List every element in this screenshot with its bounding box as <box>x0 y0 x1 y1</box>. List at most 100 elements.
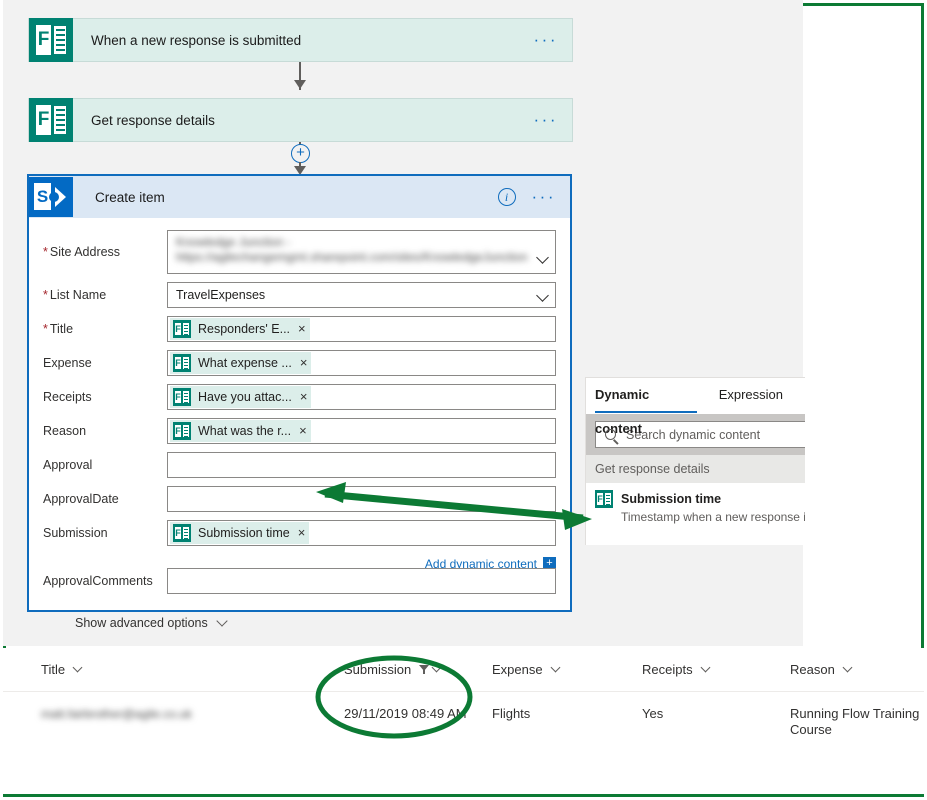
sharepoint-icon: S <box>29 177 73 217</box>
site-address-value-redacted: Knowledge Junction - https://agilechange… <box>176 235 528 264</box>
remove-token-icon[interactable]: × <box>300 356 308 369</box>
chevron-down-icon <box>216 615 228 627</box>
field-row-approval: Approval <box>29 452 570 478</box>
field-label-receipts: Receipts <box>43 390 92 404</box>
column-header-title[interactable]: Title <box>41 662 344 677</box>
chevron-down-icon[interactable] <box>536 288 549 302</box>
field-label-submission: Submission <box>43 526 108 540</box>
field-row-site-address: * Site Address Knowledge Junction - https… <box>29 230 570 274</box>
expense-input[interactable]: F What expense ... × <box>167 350 556 376</box>
token-label: What expense ... <box>198 356 292 370</box>
cell-title-redacted: matt.fairbrother@agile.co.uk <box>41 707 192 721</box>
field-label-expense: Expense <box>43 356 92 370</box>
info-icon[interactable]: i <box>497 188 516 206</box>
field-label-approval-date: ApprovalDate <box>43 492 119 506</box>
site-address-dropdown[interactable]: Knowledge Junction - https://agilechange… <box>167 230 556 274</box>
dynamic-token-chip[interactable]: F What was the r... × <box>170 420 311 442</box>
remove-token-icon[interactable]: × <box>300 390 308 403</box>
show-advanced-options-button[interactable]: Show advanced options <box>75 615 228 630</box>
dynamic-item-name: Submission time <box>621 492 722 506</box>
dynamic-content-panel: Dynamic content Expression Search dynami… <box>585 377 805 545</box>
create-item-header[interactable]: S Create item i ··· <box>29 176 570 218</box>
field-label-list-name: * List Name <box>43 288 107 302</box>
dynamic-token-chip[interactable]: F Submission time × <box>170 522 310 544</box>
table-row[interactable]: matt.fairbrother@agile.co.uk 29/11/2019 … <box>3 692 924 738</box>
microsoft-forms-icon: F <box>173 320 191 338</box>
dynamic-token-chip[interactable]: F What expense ... × <box>170 352 312 374</box>
approval-date-input[interactable] <box>167 486 556 512</box>
receipts-input[interactable]: F Have you attac... × <box>167 384 556 410</box>
create-item-menu-icon[interactable]: ··· <box>532 188 556 205</box>
dynamic-token-chip[interactable]: F Have you attac... × <box>170 386 312 408</box>
cell-submission: 29/11/2019 08:49 AM <box>344 706 467 721</box>
approval-input[interactable] <box>167 452 556 478</box>
field-label-title: * Title <box>43 322 74 336</box>
chevron-down-icon[interactable] <box>842 662 853 673</box>
microsoft-forms-icon: F <box>595 490 613 508</box>
create-item-body: * Site Address Knowledge Junction - https… <box>29 218 570 630</box>
cell-reason: Running Flow Training Course <box>790 706 920 737</box>
remove-token-icon[interactable]: × <box>298 322 306 335</box>
field-row-submission: Submission F Submission time × <box>29 520 570 546</box>
search-placeholder: Search dynamic content <box>626 427 761 442</box>
field-row-expense: Expense F What expense ... × <box>29 350 570 376</box>
field-label-site-address: * Site Address <box>43 245 121 259</box>
list-name-dropdown[interactable]: TravelExpenses <box>167 282 556 308</box>
token-label: Responders' E... <box>198 322 291 336</box>
microsoft-forms-icon: F <box>173 354 191 372</box>
flow-card-get-response-details[interactable]: F Get response details ··· <box>28 98 573 142</box>
chevron-down-icon[interactable] <box>72 662 83 673</box>
list-name-value: TravelExpenses <box>176 288 266 302</box>
connector-arrow-1 <box>294 80 306 89</box>
column-header-submission[interactable]: Submission <box>344 662 492 677</box>
remove-token-icon[interactable]: × <box>299 424 307 437</box>
cell-expense: Flights <box>492 706 531 721</box>
microsoft-forms-icon: F <box>173 388 191 406</box>
flow-card-trigger-title: When a new response is submitted <box>91 32 302 48</box>
required-asterisk: * <box>43 322 48 336</box>
microsoft-forms-icon: F <box>29 98 73 142</box>
chevron-down-icon[interactable] <box>550 662 561 673</box>
column-header-reason[interactable]: Reason <box>790 662 925 677</box>
dynamic-item-description: Timestamp when a new response is s <box>621 510 805 524</box>
tab-expression[interactable]: Expression <box>719 378 783 414</box>
search-icon <box>605 429 616 440</box>
tab-dynamic-content[interactable]: Dynamic content <box>595 378 697 436</box>
sharepoint-list-table: Title Submission Expense Receipts Reason… <box>3 648 924 794</box>
flow-card-trigger-menu-icon[interactable]: ··· <box>534 31 558 48</box>
microsoft-forms-icon: F <box>29 18 73 62</box>
token-label: Submission time <box>198 526 290 540</box>
field-row-approval-date: ApprovalDate <box>29 486 570 512</box>
dynamic-content-item-submission-time[interactable]: F Submission time Timestamp when a new r… <box>586 483 805 533</box>
chevron-down-icon[interactable] <box>700 662 711 673</box>
remove-token-icon[interactable]: × <box>298 526 306 539</box>
column-header-expense[interactable]: Expense <box>492 662 642 677</box>
field-row-receipts: Receipts F Have you attac... × <box>29 384 570 410</box>
insert-step-plus-button[interactable]: + <box>291 144 310 163</box>
field-row-approval-comments: ApprovalComments <box>29 568 570 594</box>
approval-comments-input[interactable] <box>167 568 556 594</box>
dynamic-token-chip[interactable]: F Responders' E... × <box>170 318 310 340</box>
dynamic-content-tabs: Dynamic content Expression <box>586 378 805 436</box>
field-label-approval: Approval <box>43 458 93 472</box>
required-asterisk: * <box>43 288 48 302</box>
reason-input[interactable]: F What was the r... × <box>167 418 556 444</box>
field-row-reason: Reason F What was the r... × <box>29 418 570 444</box>
chevron-down-icon[interactable] <box>431 662 442 673</box>
token-label: Have you attac... <box>198 390 292 404</box>
create-item-title: Create item <box>95 189 165 205</box>
flow-card-trigger[interactable]: F When a new response is submitted ··· <box>28 18 573 62</box>
field-label-approval-comments: ApprovalComments <box>43 574 153 588</box>
column-header-receipts[interactable]: Receipts <box>642 662 790 677</box>
cell-receipts: Yes <box>642 706 664 721</box>
required-asterisk: * <box>43 245 48 259</box>
create-item-card: S Create item i ··· * Site Address Knowle… <box>27 174 572 630</box>
filter-icon[interactable] <box>419 665 430 674</box>
submission-input[interactable]: F Submission time × <box>167 520 556 546</box>
flow-card-action-menu-icon[interactable]: ··· <box>534 111 558 128</box>
field-row-title: * Title F Responders' E... × <box>29 316 570 342</box>
token-label: What was the r... <box>198 424 292 438</box>
title-input[interactable]: F Responders' E... × <box>167 316 556 342</box>
show-advanced-options-label: Show advanced options <box>75 616 208 630</box>
field-row-list-name: * List Name TravelExpenses <box>29 282 570 308</box>
